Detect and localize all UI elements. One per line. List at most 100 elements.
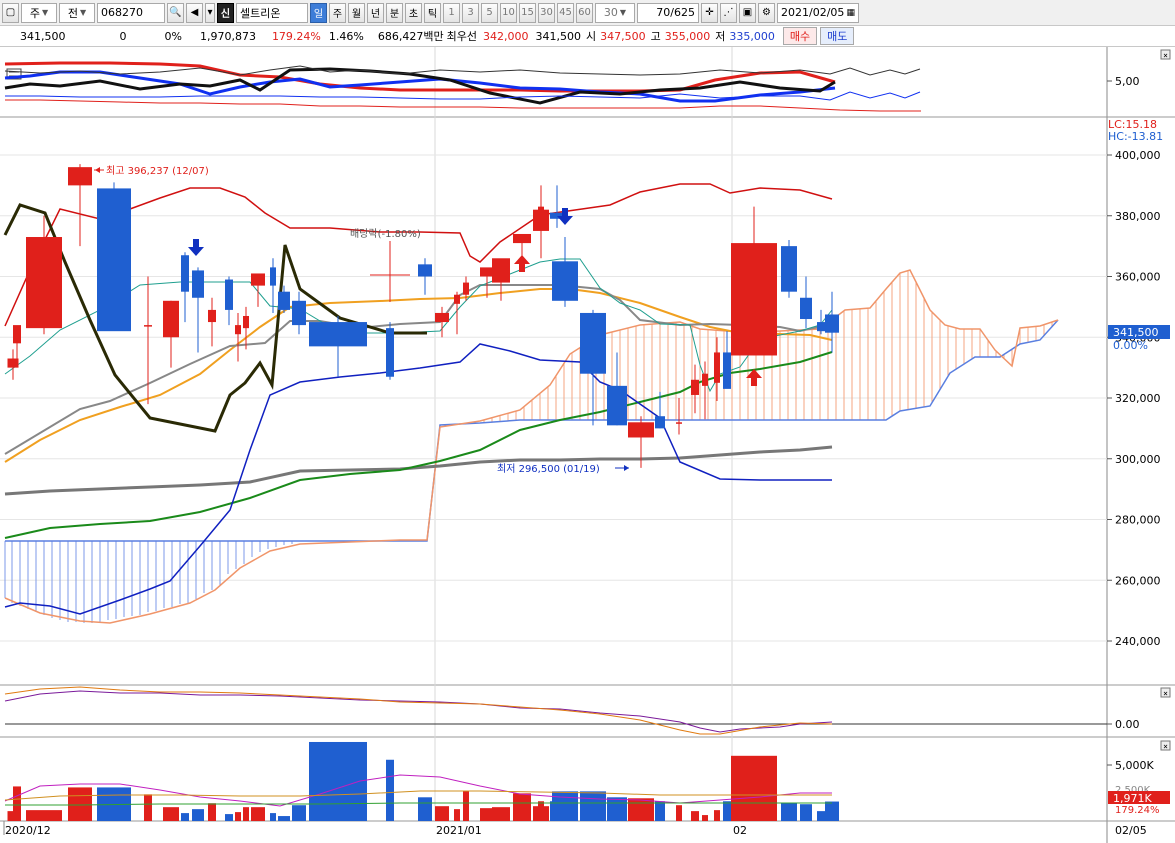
candle-body [68,167,92,186]
volume-bar [13,786,21,821]
high-label: 고 [650,30,661,43]
timeframe-week[interactable]: 주 [329,2,346,23]
stock-name-field[interactable]: 셀트리온 [236,2,308,23]
interval-60[interactable]: 60 [576,2,593,23]
candle-body [225,279,233,310]
x-label-jan: 2021/01 [436,824,482,837]
timeframe-second[interactable]: 초 [405,2,422,23]
close-icon[interactable]: × [1160,49,1171,60]
volume-bar [292,805,306,821]
x-label-feb: 02 [733,824,747,837]
chevron-down-icon: ▼ [619,8,627,17]
best-label: 최우선 [446,30,477,43]
interval-5[interactable]: 5 [481,2,498,23]
save-icon[interactable]: ▣ [739,2,756,23]
interval-45[interactable]: 45 [557,2,574,23]
open-price: 347,500 [600,29,646,43]
volume-pct-label: 179.24% [1115,805,1160,816]
calendar-icon[interactable]: ▦ [846,8,855,18]
candle-body [714,352,720,383]
interval-3[interactable]: 3 [462,2,479,23]
dotted-chart-icon[interactable]: ⋰ [720,2,737,23]
volume-bar [676,805,682,821]
x-label-end: 02/05 [1115,824,1147,837]
candle-body [580,312,606,374]
candle-body [492,258,510,283]
count-select[interactable]: 30 ▼ [595,2,635,23]
interval-10[interactable]: 10 [500,2,517,23]
volume-bar [800,804,812,821]
gear-icon[interactable]: ⚙ [758,2,775,23]
volume-value: 1,970,873 [199,29,256,43]
volume-tick: 5,000K [1115,759,1154,772]
volume-bar [628,798,654,821]
volume-bar [208,803,216,821]
close-icon[interactable]: × [1160,687,1171,698]
candle-body [243,315,249,329]
stock-code-input[interactable]: 068270 [97,2,165,23]
volume-bar [418,797,432,821]
volume-bar [144,794,152,821]
timeframe-month[interactable]: 월 [348,2,365,23]
search-icon[interactable]: 🔍 [167,2,184,23]
candle-body [731,243,777,356]
timeframe-tick[interactable]: 틱 [424,2,441,23]
candle-body [781,246,797,292]
range-field[interactable]: 70/625 [637,2,699,23]
candle-body [655,416,665,429]
window-icon[interactable]: ▢ [2,2,19,23]
candle-body [309,322,367,347]
svg-text:×: × [1163,742,1168,751]
candle-body [192,270,204,298]
low-annotation: 최저 296,500 (01/19) [497,463,600,475]
high-price: 355,000 [664,29,711,43]
best-ask: 342,000 [482,29,529,43]
toolbar: ▢ 주 ▼ 전 ▼ 068270 🔍 ◀ ▾ 신 셀트리온 일 주 월 년 분 초 … [0,0,1175,26]
chevron-down-icon[interactable]: ▾ [205,2,215,23]
candle-body [26,237,62,329]
period-select[interactable]: 주 ▼ [21,2,57,23]
stock-chart[interactable]: × × × 5,00 최고 396,237 (12/07) 최저 296,500… [0,47,1175,843]
volume-bar [552,791,578,821]
volume-bar [655,801,665,821]
volume-bar [26,810,62,821]
volume-bar [270,813,276,821]
current-pct-label: 0.00% [1113,339,1148,352]
volume-bar [480,808,494,821]
y-tick-label: 240,000 [1115,635,1161,648]
count-value: 30 [603,6,618,19]
volume-bar [731,755,777,821]
stock-badge: 신 [217,2,234,23]
x-label-dec: 2020/12 [5,824,51,837]
svg-text:×: × [1163,51,1168,60]
volume-bar [691,811,699,821]
timeframe-day[interactable]: 일 [310,2,327,23]
interval-15[interactable]: 15 [519,2,536,23]
prev-label: 전 [67,6,78,20]
close-icon[interactable]: × [1160,740,1171,751]
volume-bar [781,803,797,821]
y-tick-label: 320,000 [1115,392,1161,405]
open-label: 시 [585,30,597,43]
volume-bar [538,801,544,821]
interval-30[interactable]: 30 [538,2,555,23]
volume-bar [702,815,708,821]
indicator-tick: 5,00 [1115,75,1140,88]
buy-button[interactable]: 매수 [782,27,818,45]
speaker-icon[interactable]: ◀ [186,2,203,23]
sell-button[interactable]: 매도 [820,27,855,45]
candle-body [418,264,432,277]
current-price: 341,500 [20,29,66,43]
interval-1[interactable]: 1 [443,2,460,23]
candle-body [13,325,21,344]
volume-bar [235,812,241,821]
prev-select[interactable]: 전 ▼ [59,2,95,23]
crosshair-icon[interactable]: ✛ [701,2,718,23]
timeframe-year[interactable]: 년 [367,2,384,23]
date-value: 2021/02/05 [781,6,845,19]
volume-bar [607,797,627,821]
volume-bar [192,809,204,821]
timeframe-minute[interactable]: 분 [386,2,403,23]
candle-body [817,322,825,332]
date-field[interactable]: 2021/02/05 ▦ [777,2,859,23]
